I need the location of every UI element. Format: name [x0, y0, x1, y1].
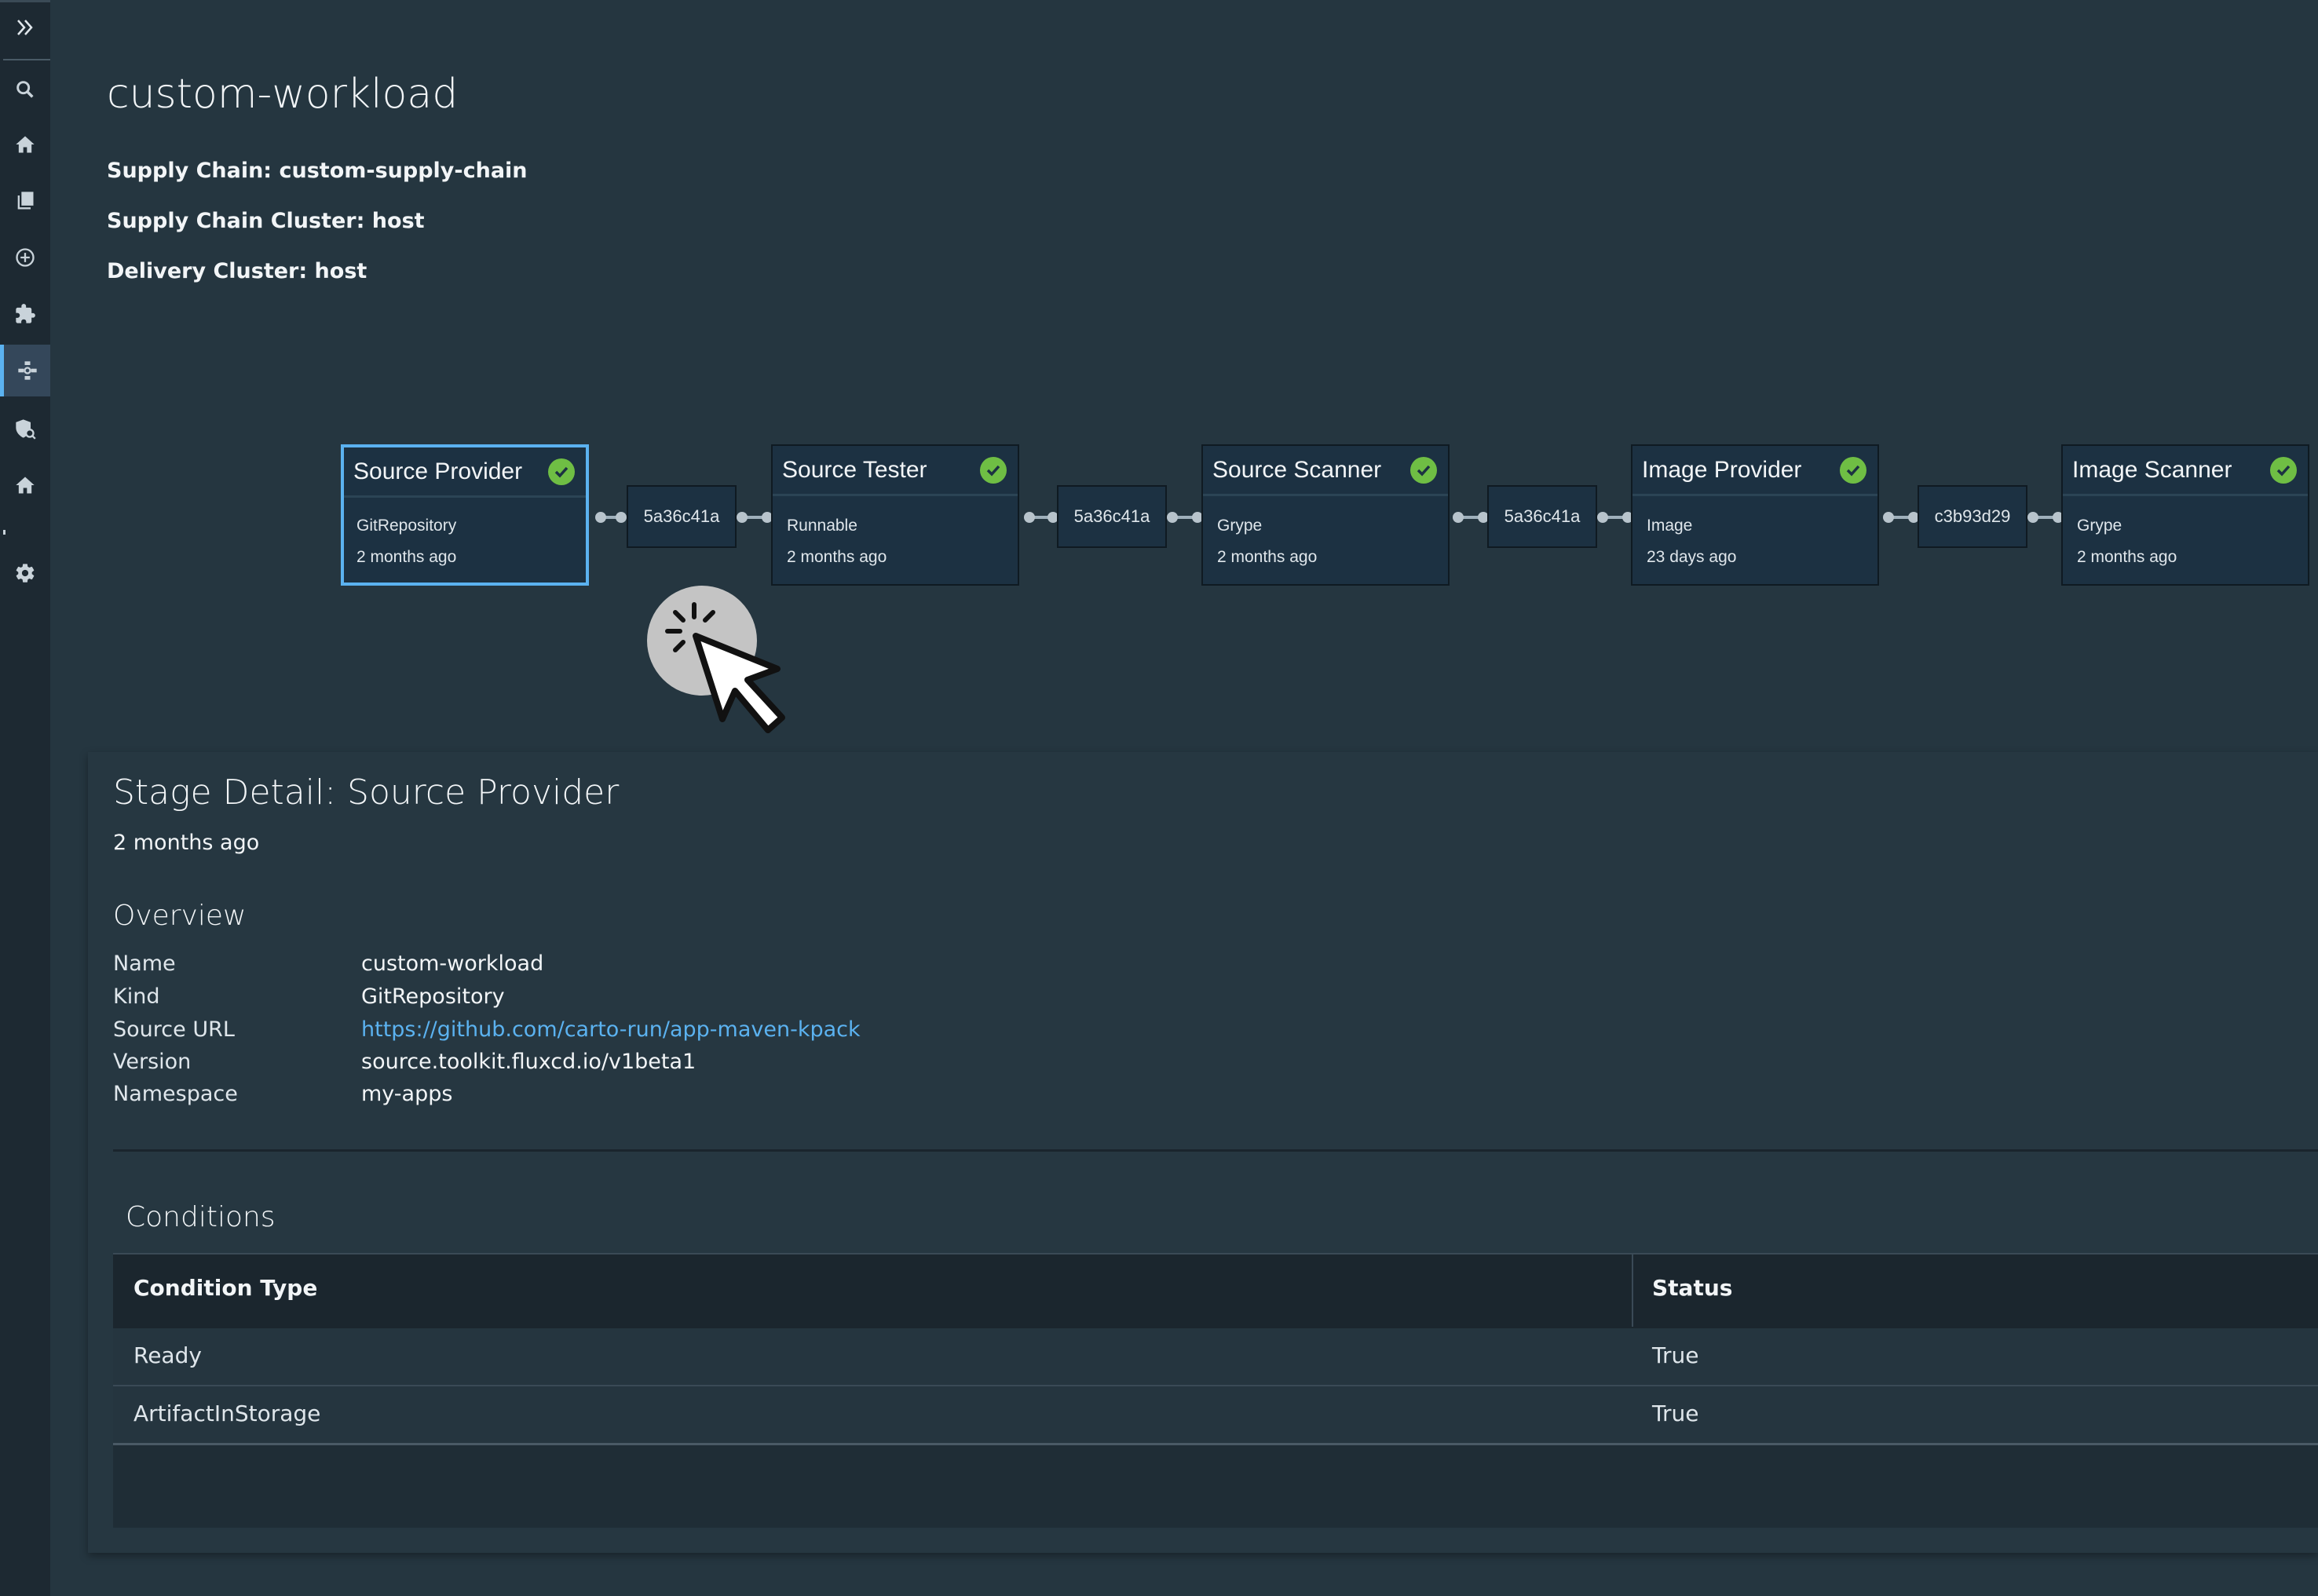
create-icon[interactable]	[0, 232, 50, 283]
connector	[1597, 512, 1633, 523]
field-value-version: source.toolkit.fluxcd.io/v1beta1	[361, 1050, 696, 1074]
field-value-namespace: my-apps	[361, 1082, 453, 1106]
sidebar	[0, 0, 50, 1596]
stage-time: 23 days ago	[1647, 548, 1737, 566]
sidebar-indicator	[3, 530, 5, 535]
stage-detail-title: Stage Detail: Source Provider	[113, 772, 620, 813]
stage-time: 2 months ago	[1217, 548, 1318, 566]
field-label-name: Name	[113, 951, 176, 976]
settings-icon[interactable]	[0, 547, 50, 599]
artifact-node[interactable]: 5a36c41a	[627, 485, 737, 548]
column-header-status[interactable]: Status	[1652, 1275, 1732, 1301]
check-circle-icon	[548, 458, 575, 485]
stage-time: 2 months ago	[787, 548, 887, 566]
supply-chain-label: Supply Chain: custom-supply-chain	[107, 159, 528, 183]
stage-image-scanner[interactable]: Image Scanner Grype 2 months ago	[2061, 444, 2309, 586]
supply-chain-icon[interactable]	[0, 345, 50, 396]
check-circle-icon	[1840, 456, 1866, 484]
connector	[737, 512, 773, 523]
sidebar-divider	[3, 59, 50, 60]
home-icon[interactable]	[0, 459, 50, 511]
stage-kind: Image	[1647, 517, 1693, 535]
connector	[1024, 512, 1058, 523]
cell-status: True	[1652, 1401, 1699, 1426]
field-label-namespace: Namespace	[113, 1082, 238, 1106]
stage-image-provider[interactable]: Image Provider Image 23 days ago	[1631, 444, 1879, 586]
stage-time: 2 months ago	[2077, 548, 2177, 566]
stage-name: Source Scanner	[1212, 456, 1382, 483]
check-circle-icon	[2270, 456, 2297, 484]
stage-time: 2 months ago	[356, 548, 457, 566]
stage-source-scanner[interactable]: Source Scanner Grype 2 months ago	[1201, 444, 1450, 586]
field-value-name: custom-workload	[361, 951, 544, 976]
cell-condition-type: Ready	[133, 1342, 202, 1368]
cell-condition-type: ArtifactInStorage	[133, 1401, 321, 1426]
connector	[1883, 512, 1919, 523]
source-url-link[interactable]: https://github.com/carto-run/app-maven-k…	[361, 1017, 861, 1042]
stage-detail-time: 2 months ago	[113, 831, 260, 855]
stage-kind: GitRepository	[356, 517, 457, 535]
stage-header: Image Provider	[1632, 446, 1877, 496]
field-label-kind: Kind	[113, 984, 160, 1009]
check-circle-icon	[1410, 456, 1437, 484]
table-footer-border	[113, 1443, 2318, 1445]
connector	[1453, 512, 1489, 523]
security-icon[interactable]	[0, 403, 50, 455]
stage-header: Source Tester	[773, 446, 1018, 496]
supply-chain-cluster-label: Supply Chain Cluster: host	[107, 209, 425, 233]
stage-name: Image Scanner	[2072, 456, 2232, 483]
artifact-node[interactable]: c3b93d29	[1918, 485, 2027, 548]
field-label-version: Version	[113, 1050, 192, 1074]
click-cursor-icon	[647, 586, 785, 733]
connector	[1167, 512, 1203, 523]
stage-source-tester[interactable]: Source Tester Runnable 2 months ago	[771, 444, 1019, 586]
artifact-node[interactable]: 5a36c41a	[1487, 485, 1597, 548]
chevron-double-right-icon[interactable]	[9, 12, 41, 43]
table-row	[113, 1386, 2318, 1444]
stage-name: Image Provider	[1642, 456, 1802, 483]
page-title: custom-workload	[107, 71, 459, 118]
field-label-source-url: Source URL	[113, 1017, 235, 1042]
divider	[113, 1149, 2318, 1152]
catalog-icon[interactable]	[0, 175, 50, 227]
conditions-heading: Conditions	[126, 1201, 276, 1233]
connector	[595, 512, 627, 523]
table-row	[113, 1328, 2318, 1386]
stage-header: Image Scanner	[2063, 446, 2308, 496]
stage-kind: Grype	[1217, 517, 1263, 535]
search-icon[interactable]	[0, 64, 50, 115]
column-divider	[1632, 1253, 1633, 1327]
artifact-node[interactable]: 5a36c41a	[1057, 485, 1167, 548]
conditions-header	[113, 1190, 2318, 1253]
stage-header: Source Provider	[344, 447, 586, 498]
stage-kind: Runnable	[787, 517, 857, 535]
stage-name: Source Provider	[353, 458, 523, 484]
check-circle-icon	[980, 456, 1007, 484]
stage-source-provider[interactable]: Source Provider GitRepository 2 months a…	[341, 444, 589, 586]
column-header-condition-type[interactable]: Condition Type	[133, 1275, 317, 1301]
connector	[2027, 512, 2064, 523]
cell-status: True	[1652, 1342, 1699, 1368]
overview-heading: Overview	[113, 900, 247, 932]
plugin-icon[interactable]	[0, 288, 50, 340]
stage-header: Source Scanner	[1203, 446, 1448, 496]
delivery-cluster-label: Delivery Cluster: host	[107, 259, 367, 283]
home-icon[interactable]	[0, 119, 50, 170]
field-value-kind: GitRepository	[361, 984, 505, 1009]
stage-name: Source Tester	[782, 456, 927, 483]
table-header	[113, 1253, 2318, 1330]
stage-kind: Grype	[2077, 517, 2122, 535]
